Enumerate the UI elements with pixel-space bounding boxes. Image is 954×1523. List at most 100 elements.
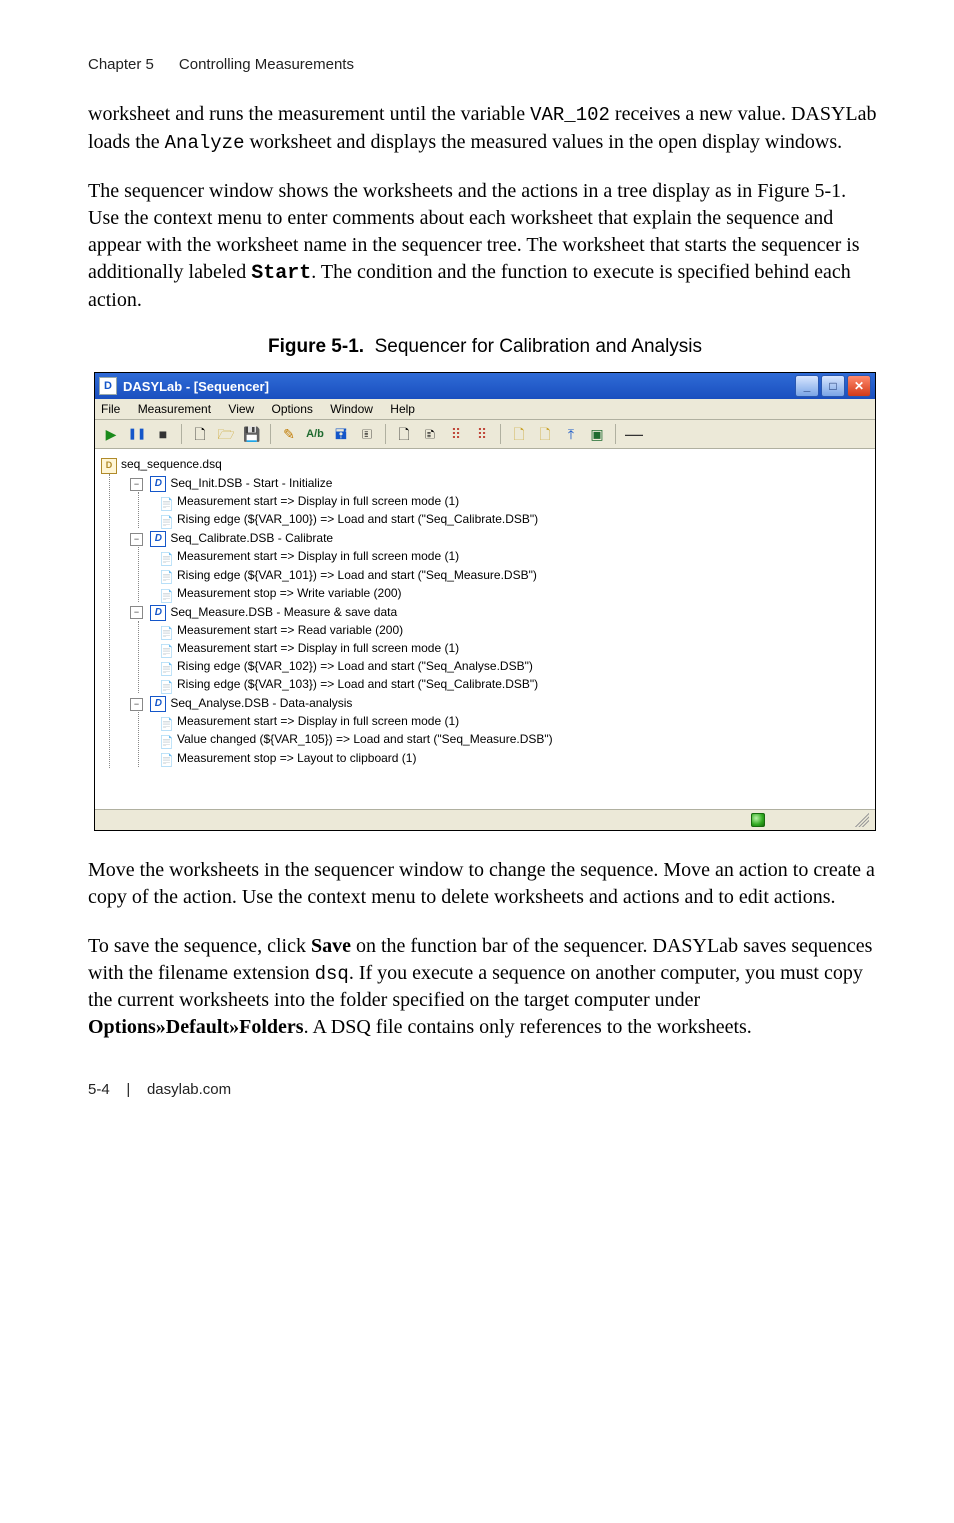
paragraph-2: The sequencer window shows the worksheet… (88, 178, 882, 314)
status-led-icon (751, 813, 765, 827)
close-button[interactable]: ✕ (847, 375, 871, 397)
tree-node-init[interactable]: − D Seq_Init.DSB - Start - Initialize 📄Me… (130, 474, 869, 529)
tree-node-calibrate[interactable]: − DSeq_Calibrate.DSB - Calibrate 📄Measur… (130, 529, 869, 602)
toolbar-sep-3 (385, 424, 386, 444)
tree-node-analyse[interactable]: − DSeq_Analyse.DSB - Data-analysis 📄Meas… (130, 694, 869, 767)
grid1-icon[interactable]: ⠿ (446, 424, 466, 444)
action-icon: 📄 (159, 716, 173, 728)
node-label: Seq_Calibrate.DSB - Calibrate (170, 531, 333, 545)
action-label: Measurement start => Display in full scr… (177, 714, 459, 728)
code-var102: VAR_102 (530, 104, 610, 126)
tree-action[interactable]: 📄Value changed (${VAR_105}) => Load and … (159, 730, 869, 748)
footer-sep: | (126, 1081, 130, 1098)
tree-action[interactable]: 📄Rising edge (${VAR_100}) => Load and st… (159, 510, 869, 528)
dash-icon[interactable]: — (624, 424, 644, 444)
code-analyze: Analyze (165, 132, 245, 154)
tree-node-measure[interactable]: − DSeq_Measure.DSB - Measure & save data… (130, 603, 869, 695)
action-label: Measurement start => Display in full scr… (177, 641, 459, 655)
action-icon: 📄 (159, 643, 173, 655)
tree-action[interactable]: 📄Measurement start => Display in full sc… (159, 492, 869, 510)
doc1-icon[interactable]: 🗋 (394, 424, 414, 444)
tree-action[interactable]: 📄Measurement stop => Layout to clipboard… (159, 749, 869, 767)
toolbar-sep-2 (270, 424, 271, 444)
action-icon: 📄 (159, 734, 173, 746)
root-label: seq_sequence.dsq (121, 457, 222, 471)
pause-icon[interactable]: ❚❚ (127, 424, 147, 444)
paragraph-4: To save the sequence, click Save on the … (88, 933, 882, 1042)
tree-area: Dseq_sequence.dsq − D Seq_Init.DSB - Star… (95, 449, 875, 809)
list-icon[interactable]: 🗉 (357, 424, 377, 444)
node-label: Seq_Init.DSB - Start - Initialize (170, 476, 332, 490)
p1-text-c: worksheet and displays the measured valu… (244, 131, 842, 153)
minimize-button[interactable]: _ (795, 375, 819, 397)
code-start: Start (251, 262, 311, 285)
paragraph-3: Move the worksheets in the sequencer win… (88, 857, 882, 911)
ab-icon[interactable]: A/b (305, 424, 325, 444)
menu-view[interactable]: View (228, 402, 254, 416)
chapter-header: Chapter 5 Controlling Measurements (88, 56, 882, 73)
figure-label: Figure 5-1. (268, 336, 364, 357)
grid2-icon[interactable]: ⠿ (472, 424, 492, 444)
new-icon[interactable]: 🗋 (190, 424, 210, 444)
maximize-button[interactable]: □ (821, 375, 845, 397)
menu-options[interactable]: Options (272, 402, 313, 416)
tree-action[interactable]: 📄Rising edge (${VAR_101}) => Load and st… (159, 566, 869, 584)
dsq-file-icon: D (101, 458, 117, 474)
app-icon: D (99, 377, 117, 395)
paragraph-1: worksheet and runs the measurement until… (88, 101, 882, 156)
menu-measurement[interactable]: Measurement (138, 402, 211, 416)
window-buttons: _ □ ✕ (795, 375, 871, 397)
toolbar-sep-1 (181, 424, 182, 444)
target-icon[interactable]: ▣ (587, 424, 607, 444)
action-icon: 📄 (159, 588, 173, 600)
up-icon[interactable]: ⤒ (561, 424, 581, 444)
page-number: 5-4 (88, 1081, 110, 1098)
edit-icon[interactable]: ✎ (279, 424, 299, 444)
menu-help[interactable]: Help (390, 402, 415, 416)
tree-action[interactable]: 📄 Rising edge (${VAR_102}) => Load and st… (159, 657, 869, 675)
stop-icon[interactable]: ■ (153, 424, 173, 444)
doc2-icon[interactable]: 🗈 (420, 424, 440, 444)
win1-icon[interactable]: 🗋 (509, 424, 529, 444)
worksheet-icon: D (150, 476, 166, 492)
action-label: Rising edge (${VAR_102}) => Load and sta… (177, 659, 533, 673)
action-icon: 📄 (159, 752, 173, 764)
tree-action[interactable]: 📄 Measurement start => Display in full sc… (159, 712, 869, 730)
worksheet-icon[interactable]: 🖬 (331, 424, 351, 444)
p4-text-a: To save the sequence, click (88, 935, 311, 957)
resize-grip-icon[interactable] (855, 813, 869, 827)
footer-site: dasylab.com (147, 1081, 231, 1098)
tree-action[interactable]: 📄Measurement start => Read variable (200… (159, 621, 869, 639)
menu-window[interactable]: Window (330, 402, 373, 416)
expander-icon[interactable]: − (130, 606, 143, 619)
toolbar: ▶ ❚❚ ■ 🗋 🗁 💾 ✎ A/b 🖬 🗉 🗋 🗈 ⠿ ⠿ 🗋 🗋 ⤒ ▣ — (95, 420, 875, 449)
figure-caption-text: Sequencer for Calibration and Analysis (375, 336, 702, 357)
tree-root[interactable]: Dseq_sequence.dsq − D Seq_Init.DSB - Star… (101, 455, 869, 769)
win2-icon[interactable]: 🗋 (535, 424, 555, 444)
action-icon: 📄 (159, 661, 173, 673)
titlebar: D DASYLab - [Sequencer] _ □ ✕ (95, 373, 875, 399)
open-icon[interactable]: 🗁 (216, 424, 236, 444)
expander-icon[interactable]: − (130, 533, 143, 546)
bold-options-path: Options»Default»Folders (88, 1016, 304, 1038)
menu-file[interactable]: File (101, 402, 120, 416)
play-icon[interactable]: ▶ (101, 424, 121, 444)
action-icon: 📄 (159, 679, 173, 691)
toolbar-sep-4 (500, 424, 501, 444)
menubar: File Measurement View Options Window Hel… (95, 399, 875, 420)
expander-icon[interactable]: − (130, 478, 143, 491)
expander-icon[interactable]: − (130, 698, 143, 711)
tree-action[interactable]: 📄 Measurement start => Display in full sc… (159, 639, 869, 657)
action-label: Rising edge (${VAR_100}) => Load and sta… (177, 512, 538, 526)
save-icon[interactable]: 💾 (242, 424, 262, 444)
tree-action[interactable]: 📄Measurement start => Display in full sc… (159, 547, 869, 565)
tree-action[interactable]: 📄Measurement stop => Write variable (200… (159, 584, 869, 602)
action-label: Measurement start => Display in full scr… (177, 494, 459, 508)
tree-action[interactable]: 📄Rising edge (${VAR_103}) => Load and st… (159, 675, 869, 693)
bold-save: Save (311, 935, 351, 957)
action-icon: 📄 (159, 569, 173, 581)
node-label: Seq_Measure.DSB - Measure & save data (170, 605, 397, 619)
p4-text-d: . A DSQ file contains only references to… (304, 1016, 752, 1038)
sequencer-window: D DASYLab - [Sequencer] _ □ ✕ File Measu… (94, 372, 876, 831)
figure-caption: Figure 5-1. Sequencer for Calibration an… (88, 336, 882, 358)
